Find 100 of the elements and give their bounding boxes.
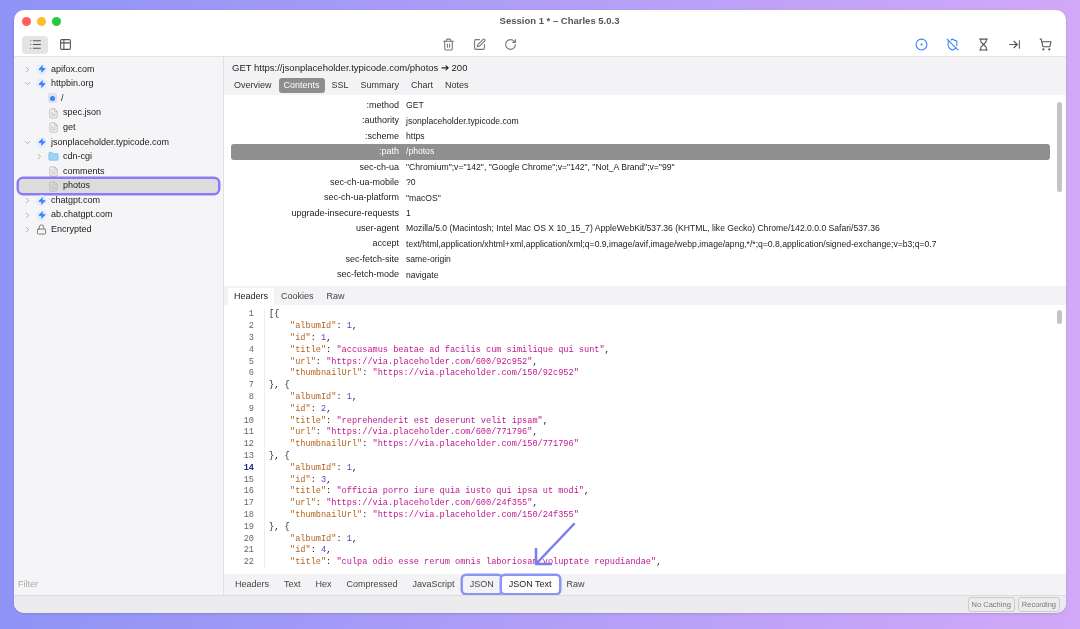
header-name: accept: [371, 237, 400, 251]
tree-item[interactable]: spec.json: [19, 105, 218, 121]
header-name: sec-fetch-mode: [335, 268, 400, 282]
header-value: "macOS": [406, 191, 441, 205]
lightning-globe-icon: [36, 195, 47, 207]
header-row[interactable]: :authority jsonplaceholder.typicode.com: [231, 113, 1050, 129]
tab[interactable]: JavaScript: [405, 575, 462, 594]
header-row[interactable]: :scheme https: [231, 128, 1050, 145]
document-icon: [48, 165, 59, 177]
code-line: "url": "https://via.placeholder.com/600/771796",: [289, 426, 538, 439]
header-name: sec-ch-ua-mobile: [328, 175, 400, 189]
tree-item[interactable]: ab.chatgpt.com: [19, 207, 218, 223]
header-row[interactable]: :method GET: [231, 98, 1050, 114]
refresh-icon[interactable]: [504, 38, 517, 51]
arrow-to-line-icon[interactable]: [1008, 38, 1021, 51]
tree-item[interactable]: jsonplaceholder.typicode.com: [19, 134, 218, 150]
code-line: [{: [269, 308, 280, 322]
item-label: httpbin.org: [51, 77, 94, 91]
document-icon: [48, 122, 59, 134]
header-value: /photos: [406, 145, 435, 159]
code-line: "id": 3,: [289, 473, 332, 486]
item-label: Encrypted: [51, 223, 92, 237]
code-line: "id": 2,: [289, 402, 332, 416]
tab[interactable]: Notes: [440, 77, 474, 94]
tab[interactable]: Hex: [308, 575, 339, 594]
tab[interactable]: Compressed: [339, 575, 405, 594]
tree-item[interactable]: photos: [19, 178, 218, 194]
header-row[interactable]: sec-fetch-site same-origin: [231, 251, 1050, 268]
scrollbar[interactable]: [1057, 102, 1062, 192]
throttle-icon[interactable]: [946, 38, 959, 51]
tab[interactable]: Summary: [355, 77, 405, 94]
tab[interactable]: Overview: [229, 77, 277, 94]
header-row[interactable]: sec-fetch-mode navigate: [231, 267, 1050, 283]
list-view-button[interactable]: [22, 35, 48, 54]
tree-item[interactable]: apifox.com: [19, 62, 218, 77]
tab[interactable]: Headers: [228, 287, 275, 305]
tab[interactable]: JSON: [462, 575, 501, 594]
line-number: 10: [242, 414, 255, 428]
code-line: "url": "https://via.placeholder.com/600/24f355",: [289, 497, 538, 510]
caret-right-icon[interactable]: [35, 152, 44, 162]
header-row[interactable]: sec-ch-ua-platform "macOS": [231, 190, 1050, 206]
tab[interactable]: JSON Text: [501, 575, 559, 594]
header-name: :authority: [360, 114, 400, 128]
tab[interactable]: Cookies: [275, 287, 320, 305]
hourglass-icon[interactable]: [977, 38, 990, 51]
trash-icon[interactable]: [442, 38, 455, 51]
code-line: "thumbnailUrl": "https://via.placeholder.com/150/24f355": [289, 509, 579, 522]
close-button[interactable]: [22, 17, 31, 26]
caret-right-icon[interactable]: [23, 64, 32, 74]
line-number: 3: [247, 332, 255, 345]
code-line: "thumbnailUrl": "https://via.placeholder.com/150/771796": [289, 438, 579, 452]
header-name: :method: [365, 98, 400, 112]
tree-item[interactable]: cdn-cgi: [19, 149, 218, 165]
header-row[interactable]: sec-ch-ua "Chromium";v="142", "Google Chrome";v="142", "Not_A Brand";v="99": [231, 159, 1050, 175]
scrollbar[interactable]: [1057, 310, 1062, 324]
tab[interactable]: Headers: [228, 575, 277, 594]
tree-item[interactable]: get: [19, 120, 218, 135]
header-value: "Chromium";v="142", "Google Chrome";v="142", "Not_A Brand";v="99": [406, 160, 675, 174]
code-line: "id": 1,: [289, 332, 332, 345]
minimize-button[interactable]: [37, 17, 46, 26]
tab[interactable]: Chart: [406, 77, 439, 94]
document-icon: [48, 107, 59, 119]
header-row[interactable]: user-agent Mozilla/5.0 (Macintosh; Intel Mac OS X 10_15_7) AppleWebKit/537.36 (KHTML, like Gecko) Chrome/142.0.0.0 Safari/537.36: [231, 221, 1050, 237]
tab[interactable]: Text: [277, 575, 308, 594]
tab[interactable]: Raw: [559, 575, 592, 594]
item-label: photos: [63, 179, 91, 193]
zoom-button[interactable]: [52, 17, 61, 26]
tab[interactable]: Raw: [320, 287, 351, 305]
header-value: text/html,application/xhtml+xml,application/xml;q=0.9,image/avif,image/webp,image/apng,*/*;q=0.8,application/signed-exchange;v=b3;q=0.7: [406, 237, 937, 251]
item-label: jsonplaceholder.typicode.com: [51, 135, 170, 149]
tab[interactable]: SSL: [326, 77, 354, 94]
header-name: :scheme: [364, 129, 400, 143]
item-label: ab.chatgpt.com: [51, 208, 113, 222]
tree-item[interactable]: /: [19, 91, 218, 106]
record-icon[interactable]: [915, 38, 928, 51]
header-row[interactable]: sec-ch-ua-mobile ?0: [231, 174, 1050, 191]
header-row[interactable]: upgrade-insecure-requests 1: [231, 205, 1050, 222]
folder-icon: [48, 151, 59, 163]
header-name: :path: [377, 145, 400, 159]
line-number: 22: [242, 556, 255, 570]
tree-item[interactable]: chatgpt.com: [19, 193, 218, 208]
header-row[interactable]: accept text/html,application/xhtml+xml,application/xml;q=0.9,image/avif,image/webp,image/apng,*/*;q=0.8,application/signed-exchange;v=b3;q=0.7: [231, 236, 1050, 252]
line-number: 15: [242, 473, 255, 487]
header-value: ?0: [406, 176, 416, 190]
tree-item[interactable]: comments: [19, 164, 218, 179]
item-label: spec.json: [63, 106, 102, 120]
header-value: same-origin: [406, 253, 451, 267]
filter-field[interactable]: Filter: [16, 575, 221, 593]
header-value: GET: [406, 99, 424, 113]
request-summary: GET https://jsonplaceholder.typicode.com/photos ➔ 200: [232, 61, 468, 76]
header-value: 1: [406, 207, 411, 220]
cart-icon[interactable]: [1039, 38, 1052, 51]
edit-icon[interactable]: [473, 38, 486, 51]
line-number: 14: [242, 461, 255, 475]
tree-item[interactable]: Encrypted: [19, 222, 218, 238]
code-line: }, {: [269, 450, 290, 463]
tree-item[interactable]: httpbin.org: [19, 76, 218, 92]
item-label: get: [63, 120, 76, 134]
line-number: 21: [242, 544, 255, 558]
line-number: 12: [242, 438, 255, 452]
